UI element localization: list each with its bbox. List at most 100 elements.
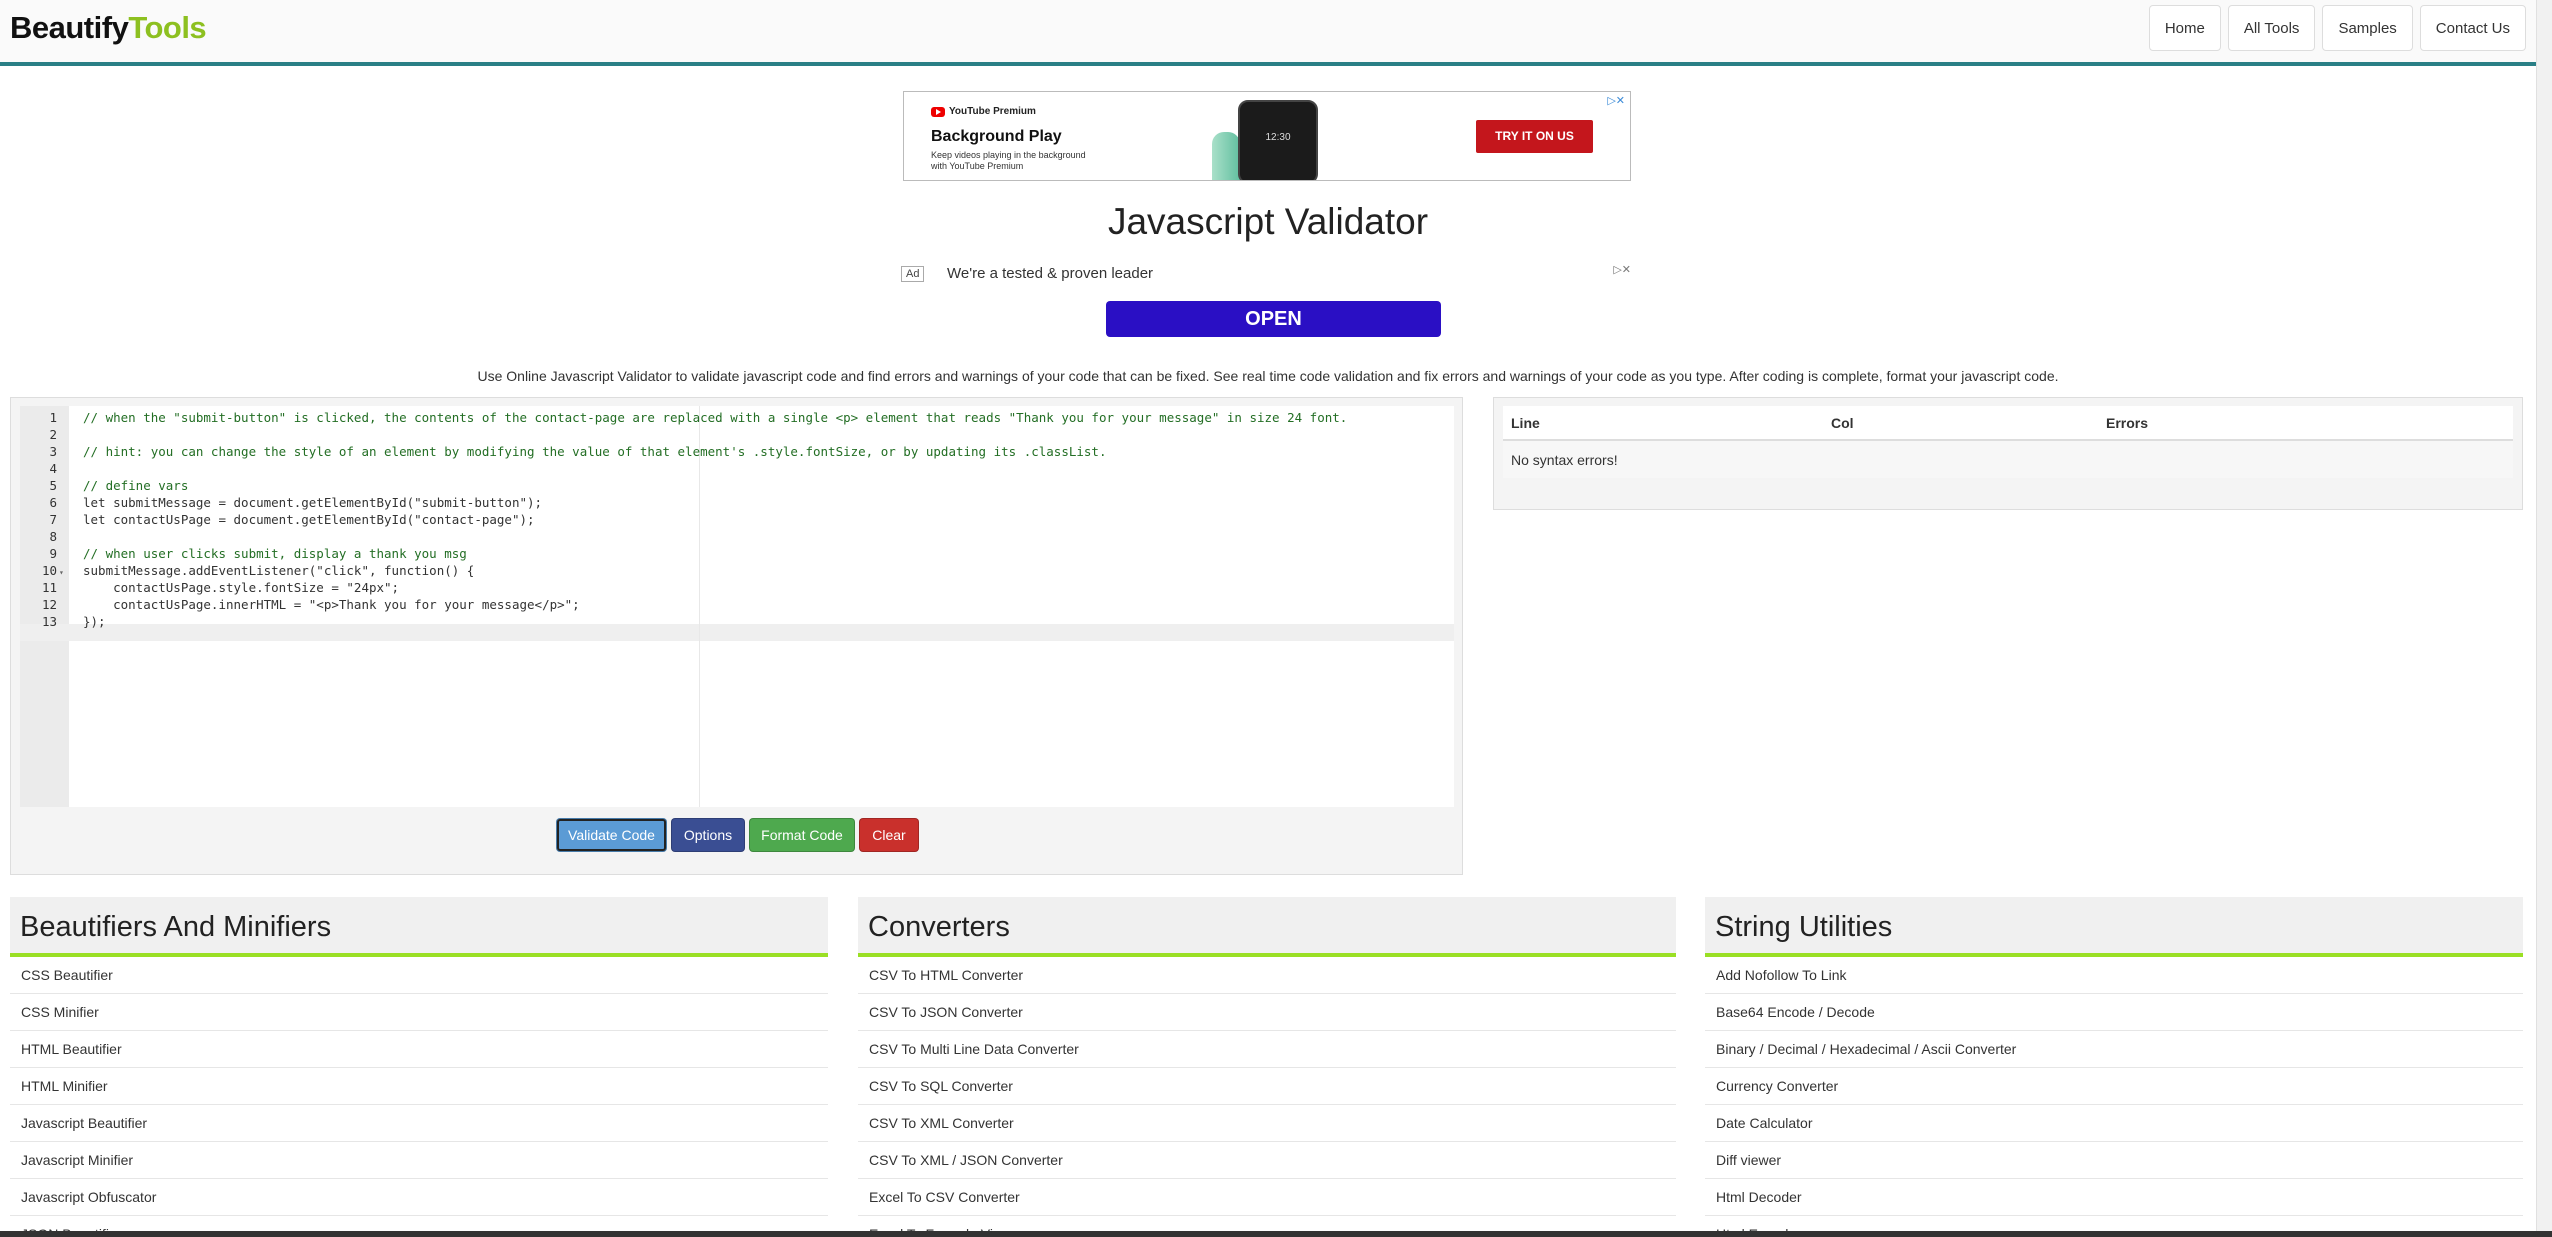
code-line: 11 contactUsPage.style.fontSize = "24px"… (20, 579, 1454, 596)
ad-label: Ad (901, 266, 925, 282)
category-beautifiers: Beautifiers And Minifiers CSS Beautifier… (10, 897, 828, 1237)
category-string-utilities: String Utilities Add Nofollow To Link Ba… (1705, 897, 2523, 1237)
list-item[interactable]: CSV To Multi Line Data Converter (858, 1031, 1676, 1068)
code-line: 4 (20, 460, 1454, 477)
ad-choices-icon[interactable]: ▷✕ (1607, 94, 1625, 107)
list-item[interactable]: HTML Minifier (10, 1068, 828, 1105)
horizontal-scrollbar[interactable] (0, 1231, 2552, 1237)
main-nav: Home All Tools Samples Contact Us (2148, 5, 2526, 51)
line-number: 7 (49, 512, 57, 527)
list-item[interactable]: CSV To HTML Converter (858, 957, 1676, 994)
code-line: 9 // when user clicks submit, display a t… (20, 545, 1454, 562)
banner-ad[interactable]: YouTube Premium Background Play Keep vid… (903, 91, 1631, 181)
code-lines[interactable]: 1 // when the "submit-button" is clicked,… (20, 409, 1454, 630)
line-number: 5 (49, 478, 57, 493)
line-number: 1 (49, 410, 57, 425)
list-item[interactable]: CSS Beautifier (10, 957, 828, 994)
list-item[interactable]: CSV To JSON Converter (858, 994, 1676, 1031)
code-line: 1 // when the "submit-button" is clicked,… (20, 409, 1454, 426)
ad-subtext: Keep videos playing in the background wi… (931, 150, 1086, 171)
ad-headline: Background Play (931, 128, 1062, 145)
column-errors: Errors (2098, 406, 2513, 441)
list-item[interactable]: Add Nofollow To Link (1705, 957, 2523, 994)
nav-home[interactable]: Home (2148, 5, 2221, 51)
page-description: Use Online Javascript Validator to valid… (477, 368, 2059, 384)
line-number: 6 (49, 495, 57, 510)
list-item[interactable]: Excel To CSV Converter (858, 1179, 1676, 1216)
ad-text: We're a tested & proven leader (947, 265, 1154, 282)
nav-samples[interactable]: Samples (2322, 5, 2413, 51)
code-line: 6 let submitMessage = document.getElement… (20, 494, 1454, 511)
options-button[interactable]: Options (671, 818, 745, 852)
list-item[interactable]: Javascript Obfuscator (10, 1179, 828, 1216)
line-number: 3 (49, 444, 57, 459)
page-title: Javascript Validator (1107, 201, 1429, 242)
code-text: let submitMessage = document.getElementB… (83, 495, 543, 510)
line-number: 10 (41, 563, 57, 578)
line-number: 12 (41, 597, 57, 612)
category-title: Converters (858, 897, 1676, 957)
ad-brand-text: YouTube Premium (949, 106, 1036, 117)
category-title: Beautifiers And Minifiers (10, 897, 828, 957)
code-line: 5 // define vars (20, 477, 1454, 494)
list-item[interactable]: Javascript Beautifier (10, 1105, 828, 1142)
list-item[interactable]: CSS Minifier (10, 994, 828, 1031)
code-text: let contactUsPage = document.getElementB… (83, 512, 535, 527)
list-item[interactable]: Base64 Encode / Decode (1705, 994, 2523, 1031)
list-item[interactable]: Javascript Minifier (10, 1142, 828, 1179)
list-item[interactable]: CSV To XML / JSON Converter (858, 1142, 1676, 1179)
code-line: 8 (20, 528, 1454, 545)
line-number: 2 (49, 427, 57, 442)
code-line: 3 // hint: you can change the style of an… (20, 443, 1454, 460)
line-number: 9 (49, 546, 57, 561)
code-text: contactUsPage.style.fontSize = "24px"; (83, 580, 400, 595)
code-line: 10 ▾ submitMessage.addEventListener("click… (20, 562, 1454, 579)
category-converters: Converters CSV To HTML Converter CSV To … (858, 897, 1676, 1237)
column-line: Line (1503, 406, 1823, 441)
column-col: Col (1823, 406, 2098, 441)
ad-cactus-image (1212, 132, 1240, 180)
nav-all-tools[interactable]: All Tools (2227, 5, 2316, 51)
validate-code-button[interactable]: Validate Code (556, 818, 667, 852)
top-navbar: BeautifyTools Home All Tools Samples Con… (0, 0, 2536, 66)
ad-phone-image: 12:30 (1238, 100, 1318, 180)
table-header-row: Line Col Errors (1503, 406, 2513, 441)
youtube-icon (931, 106, 945, 117)
ad-close-icon[interactable]: ▷✕ (1613, 263, 1631, 276)
category-title: String Utilities (1705, 897, 2523, 957)
no-errors-message: No syntax errors! (1503, 440, 2513, 478)
line-number: 8 (49, 529, 57, 544)
code-line: 7 let contactUsPage = document.getElement… (20, 511, 1454, 528)
list-item[interactable]: CSV To SQL Converter (858, 1068, 1676, 1105)
site-logo[interactable]: BeautifyTools (10, 10, 207, 46)
editor-panel: 1 // when the "submit-button" is clicked,… (10, 397, 1463, 875)
list-item[interactable]: CSV To XML Converter (858, 1105, 1676, 1142)
errors-table: Line Col Errors No syntax errors! (1503, 406, 2513, 478)
ad-open-button[interactable]: OPEN (1106, 301, 1441, 337)
list-item[interactable]: Date Calculator (1705, 1105, 2523, 1142)
format-code-button[interactable]: Format Code (749, 818, 855, 852)
list-item[interactable]: Html Decoder (1705, 1179, 2523, 1216)
list-item[interactable]: Diff viewer (1705, 1142, 2523, 1179)
category-list: CSS Beautifier CSS Minifier HTML Beautif… (10, 957, 828, 1237)
list-item[interactable]: Currency Converter (1705, 1068, 2523, 1105)
list-item[interactable]: Binary / Decimal / Hexadecimal / Ascii C… (1705, 1031, 2523, 1068)
nav-contact-us[interactable]: Contact Us (2419, 5, 2526, 51)
line-number: 11 (41, 580, 57, 595)
ad-cta-button[interactable]: TRY IT ON US (1476, 120, 1593, 153)
category-list: CSV To HTML Converter CSV To JSON Conver… (858, 957, 1676, 1237)
list-item[interactable]: HTML Beautifier (10, 1031, 828, 1068)
logo-text-beautify: Beautify (10, 10, 129, 45)
line-number: 4 (49, 461, 57, 476)
ad-brand: YouTube Premium (931, 106, 1036, 117)
code-text: // when the "submit-button" is clicked, … (83, 410, 1348, 425)
line-number: 13 (41, 614, 57, 629)
logo-text-tools: Tools (128, 10, 207, 45)
code-line: 13}); (20, 613, 1454, 630)
category-list: Add Nofollow To Link Base64 Encode / Dec… (1705, 957, 2523, 1237)
text-ad[interactable]: Ad We're a tested & proven leader OPEN ▷… (901, 261, 1631, 341)
vertical-scrollbar[interactable] (2536, 0, 2552, 1237)
code-line: 2 (20, 426, 1454, 443)
clear-button[interactable]: Clear (859, 818, 919, 852)
code-editor[interactable]: 1 // when the "submit-button" is clicked,… (20, 406, 1454, 807)
